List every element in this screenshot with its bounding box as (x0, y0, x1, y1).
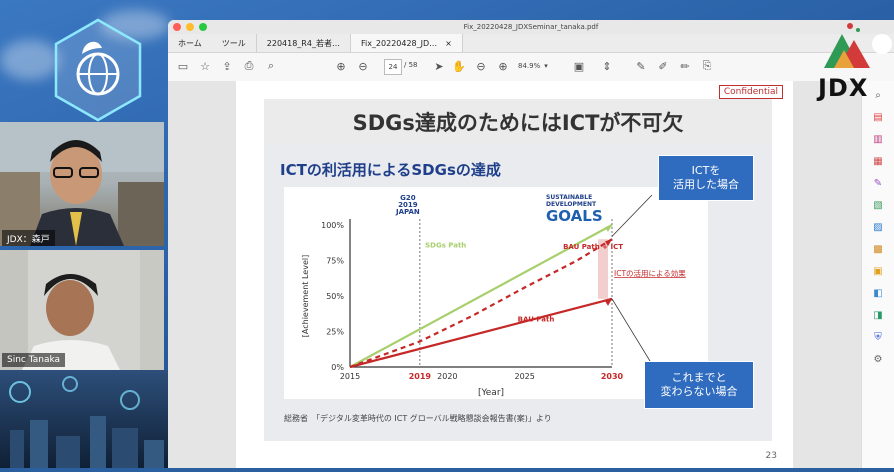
slide-page-number: 23 (765, 451, 777, 461)
hand-tool-icon[interactable]: ✋ (452, 59, 466, 73)
tab-bar: ホーム ツール 220418_R4_若者… Fix_20220428_JD… × (168, 34, 894, 53)
save-icon[interactable]: ▭ (176, 59, 190, 73)
search-icon[interactable]: ⌕ (872, 89, 884, 101)
jdx-logo-text: JDX (818, 74, 869, 102)
previous-page-icon[interactable]: ⊕ (334, 59, 348, 73)
callout-with-ict: ICTを 活用した場合 (658, 155, 754, 201)
background-cloud (0, 40, 60, 80)
comment-icon[interactable]: ✎ (634, 59, 648, 73)
x-tick-label: 2020 (437, 372, 457, 381)
video-tile-participant-1[interactable]: JDX：森戸 (0, 122, 164, 246)
slide-title: SDGs達成のためにはICTが不可欠 (264, 99, 772, 145)
select-cursor-icon[interactable]: ➤ (432, 59, 446, 73)
y-tick-label: 50% (326, 292, 344, 301)
zoom-level-select[interactable]: 84.9% ▾ (518, 59, 558, 73)
sdg-goals-logo: SUSTAINABLE DEVELOPMENT GOALS (546, 194, 603, 226)
export-pdf-icon[interactable]: ▧ (872, 199, 884, 211)
pdf-viewer-window: Fix_20220428_JDXSeminar_tanaka.pdf ホーム ツ… (168, 20, 894, 468)
zoom-in-icon[interactable]: ⊕ (496, 59, 510, 73)
y-tick-label: 25% (326, 328, 344, 337)
window-titlebar: Fix_20220428_JDXSeminar_tanaka.pdf (168, 20, 894, 34)
slide-panel: ICTの利活用によるSDGsの達成 G20 2019 JAPAN SUSTAIN… (264, 145, 772, 441)
zoom-out-icon[interactable]: ⊖ (474, 59, 488, 73)
create-pdf-icon[interactable]: ▤ (872, 111, 884, 123)
x-tick-label: 2025 (514, 372, 534, 381)
slide-subtitle: ICTの利活用によるSDGsの達成 (280, 161, 501, 179)
page-number-input[interactable]: 24 (384, 59, 402, 75)
callout-line: 活用した場合 (673, 178, 739, 191)
globe-leaf-logo (54, 18, 142, 122)
ict-effect-annotation: ICTの活用による効果 (614, 268, 686, 278)
callout-pointer-top (611, 194, 653, 237)
source-note: 総務省 「デジタル変革時代の ICT グローバル戦略懇談会報告書(案)」より (284, 414, 552, 423)
x-axis-label: [Year] (478, 388, 504, 398)
pdf-page: Confidential SDGs達成のためにはICTが不可欠 ICTの利活用に… (236, 81, 793, 468)
chevron-down-icon: ▾ (544, 62, 548, 70)
series-arrowhead (605, 225, 612, 232)
participant-name-label: Sinc Tanaka (2, 353, 66, 367)
more-tools-icon[interactable]: ⚙ (872, 353, 884, 365)
compress-icon[interactable]: ◨ (872, 309, 884, 321)
series-label: BAU Path + ICT (563, 243, 623, 251)
scan-icon[interactable]: ▨ (872, 221, 884, 233)
comment-panel-icon[interactable]: ▣ (872, 265, 884, 277)
window-title: Fix_20220428_JDXSeminar_tanaka.pdf (463, 23, 599, 31)
camera-bubble (872, 34, 892, 54)
zoom-search-icon[interactable]: ⌕ (264, 59, 278, 73)
tab-document-1[interactable]: 220418_R4_若者… (255, 34, 350, 52)
y-tick-label: 75% (326, 257, 344, 266)
toolbar: ▭ ☆ ⇪ ⎙ ⌕ ⊕ ⊖ 24 / 58 ➤ ✋ ⊖ ⊕ 84.9% ▾ ▣ … (168, 53, 894, 82)
highlight-pen-icon[interactable]: ✐ (656, 59, 670, 73)
document-viewer[interactable]: Confidential SDGs達成のためにはICTが不可欠 ICTの利活用に… (168, 81, 861, 468)
callout-line: ICTを (691, 164, 721, 178)
tab-document-2-label: Fix_20220428_JD… (360, 38, 438, 48)
organize-pages-icon[interactable]: ▦ (872, 155, 884, 167)
scroll-mode-icon[interactable]: ⇕ (600, 59, 614, 73)
g20-logo-line: JAPAN (396, 208, 420, 216)
participant-video-feed (0, 122, 164, 246)
fill-sign-icon[interactable]: ▩ (872, 243, 884, 255)
y-axis-label: [Achievement Level] (301, 255, 310, 337)
callout-line: これまでと (671, 371, 727, 385)
sdg-goals-word: GOALS (546, 207, 603, 226)
draw-icon[interactable]: ✏ (678, 59, 692, 73)
protect-icon[interactable]: ⛨ (872, 331, 884, 343)
participant-video-feed (0, 250, 164, 370)
callout-without-change: これまでと 変わらない場合 (644, 361, 754, 409)
tab-tools[interactable]: ツール (212, 34, 256, 52)
participant-name-label: JDX：森戸 (2, 230, 55, 246)
video-tile-participant-2[interactable]: Sinc Tanaka (0, 250, 164, 370)
y-tick-label: 100% (321, 221, 344, 230)
stamp-icon[interactable]: ⎘ (700, 59, 714, 73)
jdx-logo-mark (824, 23, 870, 68)
series-label: BAU Path (518, 316, 555, 324)
combine-files-icon[interactable]: ▥ (872, 133, 884, 145)
y-tick-label: 0% (331, 363, 344, 372)
zoom-level-value: 84.9% (518, 62, 541, 70)
right-tools-panel: ⌕ ▤ ▥ ▦ ✎ ▧ ▨ ▩ ▣ ◧ ◨ ⛨ ⚙ (861, 81, 894, 468)
tab-home[interactable]: ホーム (168, 34, 212, 52)
series-label: SDGs Path (425, 242, 466, 250)
close-tab-icon[interactable]: × (445, 39, 452, 48)
series-line (349, 238, 613, 369)
series-line (349, 297, 613, 369)
edit-pdf-icon[interactable]: ✎ (872, 177, 884, 189)
print-icon[interactable]: ⎙ (242, 59, 256, 73)
upload-icon[interactable]: ⇪ (220, 59, 234, 73)
city-background-graphic (0, 370, 168, 468)
share-icon[interactable]: ◧ (872, 287, 884, 299)
bookmark-star-icon[interactable]: ☆ (198, 59, 212, 73)
x-tick-label: 2015 (340, 372, 360, 381)
callout-line: 変わらない場合 (660, 385, 738, 398)
g20-logo: G20 2019 JAPAN (396, 195, 420, 216)
x-tick-label: 2019 (409, 372, 432, 381)
x-tick-label: 2030 (601, 372, 624, 381)
confidential-label: Confidential (718, 85, 783, 99)
slide-footer: 23 (236, 443, 793, 468)
page-fit-icon[interactable]: ▣ (572, 59, 586, 73)
next-page-icon[interactable]: ⊖ (356, 59, 370, 73)
page-total: / 58 (404, 61, 418, 69)
tab-document-2[interactable]: Fix_20220428_JD… × (349, 34, 463, 52)
